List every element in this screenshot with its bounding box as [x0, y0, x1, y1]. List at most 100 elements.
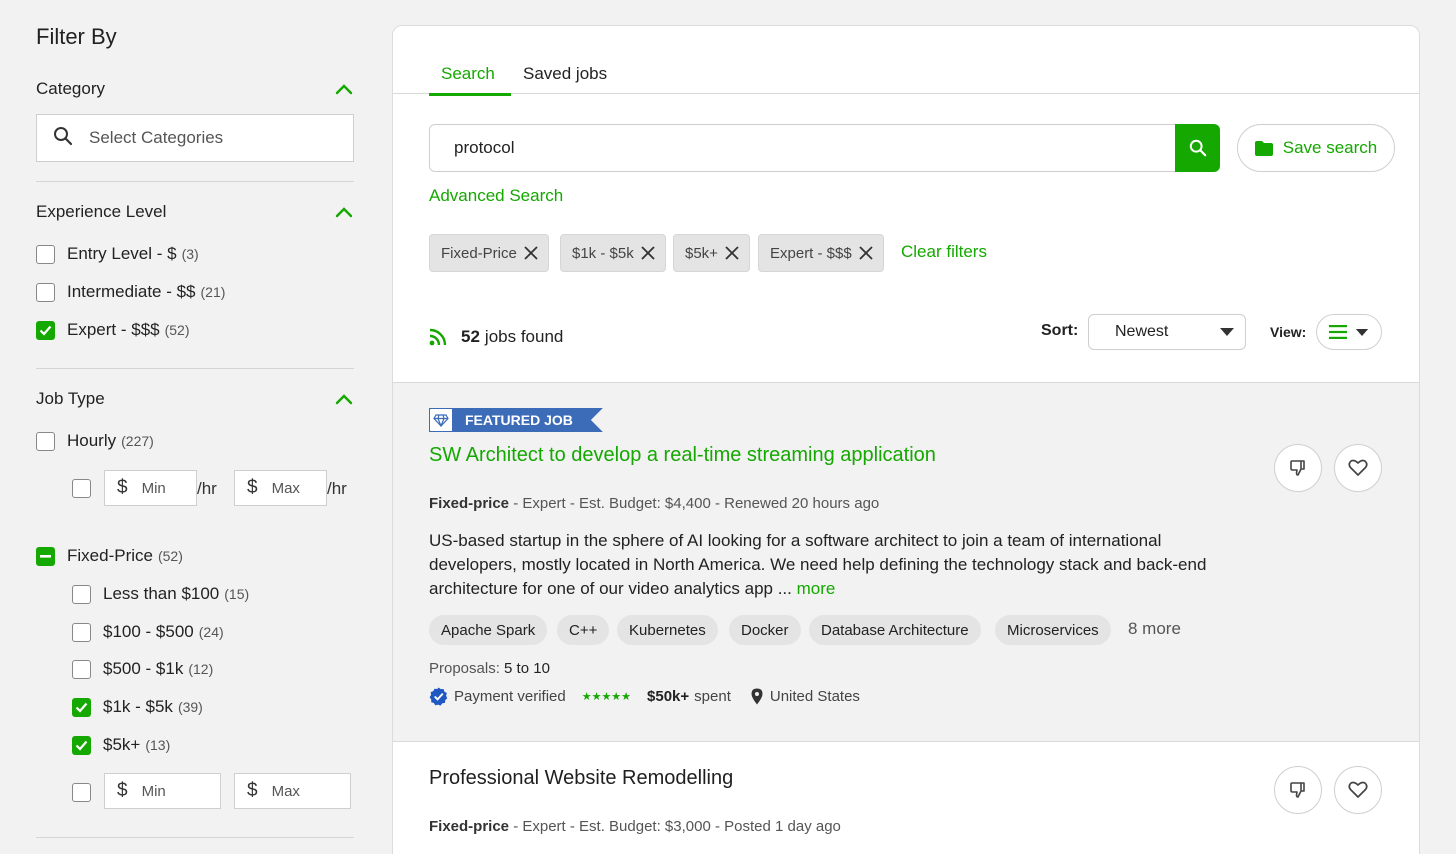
- filter-chip-5k-plus[interactable]: $5k+: [673, 234, 750, 272]
- job-meta: Fixed-price - Expert - Est. Budget: $3,0…: [429, 818, 841, 835]
- list-view-icon: [1329, 325, 1347, 339]
- sort-select[interactable]: Newest: [1088, 314, 1246, 350]
- option-label: $5k+: [103, 735, 141, 754]
- save-search-button[interactable]: Save search: [1237, 124, 1395, 172]
- job-title-link[interactable]: SW Architect to develop a real-time stre…: [429, 444, 936, 467]
- heart-icon: [1348, 781, 1368, 798]
- category-section-header[interactable]: Category: [36, 77, 354, 101]
- checkbox[interactable]: [72, 622, 91, 642]
- skill-tag[interactable]: Database Architecture: [809, 615, 981, 645]
- checkbox-checked[interactable]: [36, 320, 55, 340]
- filter-chip-expert[interactable]: Expert - $$$: [758, 234, 884, 272]
- experience-section-header[interactable]: Experience Level: [36, 200, 354, 224]
- experience-option-expert[interactable]: Expert - $$$ (52): [36, 320, 190, 340]
- option-count: (12): [188, 661, 214, 677]
- client-location: United States: [769, 688, 860, 705]
- dollar-sign: $: [117, 477, 128, 498]
- skill-tag[interactable]: Microservices: [995, 615, 1111, 645]
- proposals-label: Proposals:: [429, 660, 500, 677]
- fixed-max-input[interactable]: $ Max: [234, 773, 351, 809]
- fixed-option-5k-plus[interactable]: $5k+ (13): [72, 735, 170, 755]
- option-count: (13): [145, 737, 171, 753]
- rating-stars: ★★★★★: [581, 691, 632, 703]
- option-count: (52): [157, 548, 183, 564]
- fixed-option-lt100[interactable]: Less than $100 (15): [72, 584, 249, 604]
- skill-tag[interactable]: Apache Spark: [429, 615, 548, 645]
- checkbox-checked[interactable]: [72, 697, 91, 717]
- min-placeholder: Min: [141, 782, 166, 800]
- more-skills-link[interactable]: 8 more: [1128, 619, 1181, 639]
- spent-label: spent: [694, 688, 731, 705]
- checkbox[interactable]: [72, 584, 91, 604]
- close-icon: [859, 246, 873, 260]
- option-count: (15): [224, 586, 250, 602]
- filter-chip-1k-5k[interactable]: $1k - $5k: [560, 234, 666, 272]
- checkbox-checked[interactable]: [72, 735, 91, 755]
- option-count: (3): [181, 246, 199, 262]
- dollar-sign: $: [247, 477, 258, 498]
- category-select-input[interactable]: Select Categories: [36, 114, 354, 162]
- checkbox[interactable]: [36, 282, 55, 302]
- job-card-featured[interactable]: FEATURED JOB SW Architect to develop a r…: [393, 383, 1419, 741]
- save-job-button[interactable]: [1334, 444, 1382, 492]
- fixed-custom-range-row[interactable]: [72, 783, 103, 802]
- chip-label: Fixed-Price: [441, 244, 517, 262]
- chevron-up-icon[interactable]: [334, 389, 354, 409]
- featured-job-badge: FEATURED JOB: [429, 408, 603, 432]
- option-count: (21): [200, 284, 226, 300]
- fixed-option-1k-5k[interactable]: $1k - $5k (39): [72, 697, 203, 717]
- fixed-option-500-1k[interactable]: $500 - $1k (12): [72, 659, 213, 679]
- skill-tag[interactable]: Docker: [729, 615, 801, 645]
- chevron-up-icon[interactable]: [334, 202, 354, 222]
- tab-saved-jobs[interactable]: Saved jobs: [523, 64, 607, 84]
- job-type-section-header[interactable]: Job Type: [36, 387, 354, 411]
- hourly-rate-checkbox-row[interactable]: [72, 479, 103, 498]
- fixed-option-100-500[interactable]: $100 - $500 (24): [72, 622, 224, 642]
- dislike-button[interactable]: [1274, 766, 1322, 814]
- dislike-button[interactable]: [1274, 444, 1322, 492]
- tab-search[interactable]: Search: [441, 64, 495, 84]
- client-info: Payment verified ★★★★★ $50k+ spent Unite…: [429, 687, 860, 706]
- view-toggle[interactable]: [1316, 314, 1382, 350]
- search-icon: [1189, 139, 1206, 157]
- job-meta-rest: - Expert - Est. Budget: $3,000 - Posted …: [509, 818, 841, 835]
- option-label: Entry Level - $: [67, 244, 177, 263]
- job-type-label: Job Type: [36, 389, 105, 408]
- save-job-button[interactable]: [1334, 766, 1382, 814]
- search-button[interactable]: [1175, 124, 1220, 172]
- clear-filters-link[interactable]: Clear filters: [901, 242, 987, 262]
- option-label: $500 - $1k: [103, 659, 184, 678]
- job-search-input[interactable]: protocol: [429, 124, 1177, 172]
- experience-label: Experience Level: [36, 202, 167, 221]
- filter-title: Filter By: [36, 24, 117, 49]
- hourly-min-input[interactable]: $ Min: [104, 470, 197, 506]
- job-type-hourly[interactable]: Hourly (227): [36, 431, 154, 451]
- checkbox[interactable]: [72, 659, 91, 679]
- skill-tag[interactable]: Kubernetes: [617, 615, 718, 645]
- job-type: Fixed-price: [429, 818, 510, 835]
- chevron-up-icon[interactable]: [334, 79, 354, 99]
- checkbox[interactable]: [36, 431, 55, 451]
- advanced-search-link[interactable]: Advanced Search: [429, 186, 563, 206]
- experience-option-entry[interactable]: Entry Level - $ (3): [36, 244, 199, 264]
- filter-chip-fixed-price[interactable]: Fixed-Price: [429, 234, 549, 272]
- more-link[interactable]: more: [797, 579, 836, 598]
- experience-option-intermediate[interactable]: Intermediate - $$ (21): [36, 282, 225, 302]
- job-type-fixed-price[interactable]: Fixed-Price (52): [36, 546, 183, 566]
- close-icon: [641, 246, 655, 260]
- checkbox-indeterminate[interactable]: [36, 546, 55, 566]
- hourly-max-input[interactable]: $ Max: [234, 470, 327, 506]
- search-icon: [53, 126, 73, 151]
- fixed-min-input[interactable]: $ Min: [104, 773, 221, 809]
- skill-tag[interactable]: C++: [557, 615, 610, 645]
- option-count: (24): [198, 624, 224, 640]
- option-count: (52): [164, 322, 190, 338]
- payment-verified-label: Payment verified: [454, 688, 566, 705]
- checkbox[interactable]: [72, 479, 91, 498]
- active-tab-indicator: [429, 93, 511, 96]
- sort-value: Newest: [1115, 323, 1169, 340]
- close-icon: [725, 246, 739, 260]
- job-title-link[interactable]: Professional Website Remodelling: [429, 767, 733, 790]
- checkbox[interactable]: [36, 244, 55, 264]
- checkbox[interactable]: [72, 783, 91, 802]
